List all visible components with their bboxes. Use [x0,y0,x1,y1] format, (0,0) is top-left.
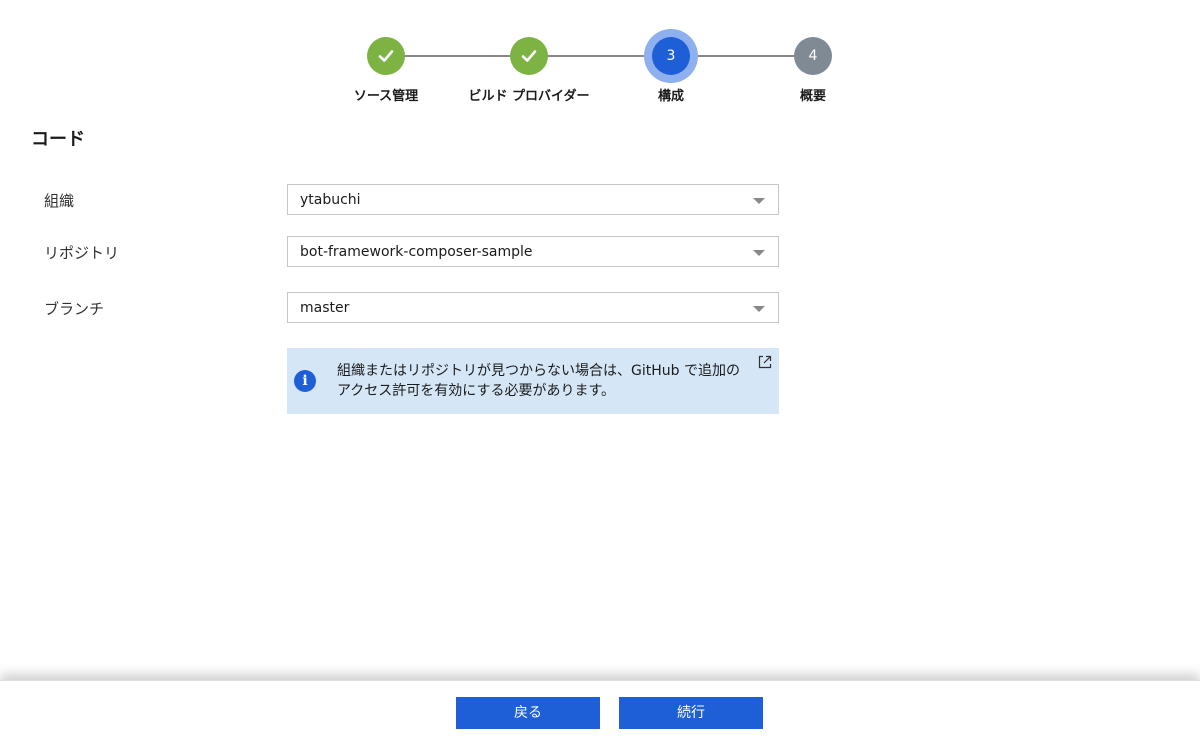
branch-label: ブランチ [44,300,105,318]
organization-value: ytabuchi [300,192,361,208]
organization-label: 組織 [44,192,75,210]
branch-row: ブランチ master [0,292,1200,324]
step-label: 構成 [657,89,684,104]
chevron-down-icon [753,198,765,204]
step-build-provider: ビルド プロバイダー [459,37,599,104]
section-title: コード [31,129,85,150]
repository-row: リポジトリ bot-framework-composer-sample [0,236,1200,268]
chevron-down-icon [753,306,765,312]
wizard-stepper: ソース管理 ビルド プロバイダー 3 構成 4 概要 [0,0,1200,120]
info-message: i 組織またはリポジトリが見つからない場合は、GitHub で追加のアクセス許可… [287,348,779,414]
step-number: 3 [652,37,690,75]
step-label: ビルド プロバイダー [468,89,590,104]
external-link-icon[interactable] [757,354,773,370]
branch-dropdown[interactable]: master [287,292,779,323]
organization-row: 組織 ytabuchi [0,184,1200,216]
branch-value: master [300,300,350,316]
repository-label: リポジトリ [44,244,120,262]
step-source-control: ソース管理 [316,37,456,104]
step-number: 4 [794,37,832,75]
repository-dropdown[interactable]: bot-framework-composer-sample [287,236,779,267]
step-label: ソース管理 [353,89,419,104]
back-button[interactable]: 戻る [456,697,600,729]
step-label: 概要 [799,89,826,104]
info-text: 組織またはリポジトリが見つからない場合は、GitHub で追加のアクセス許可を有… [337,363,740,399]
step-summary: 4 概要 [743,37,883,104]
step-configure: 3 構成 [601,37,741,104]
chevron-down-icon [753,250,765,256]
footer-bar: 戻る 続行 [0,680,1200,740]
checkmark-icon [510,37,548,75]
repository-value: bot-framework-composer-sample [300,244,533,260]
continue-button[interactable]: 続行 [619,697,763,729]
organization-dropdown[interactable]: ytabuchi [287,184,779,215]
info-icon: i [294,370,316,392]
checkmark-icon [367,37,405,75]
